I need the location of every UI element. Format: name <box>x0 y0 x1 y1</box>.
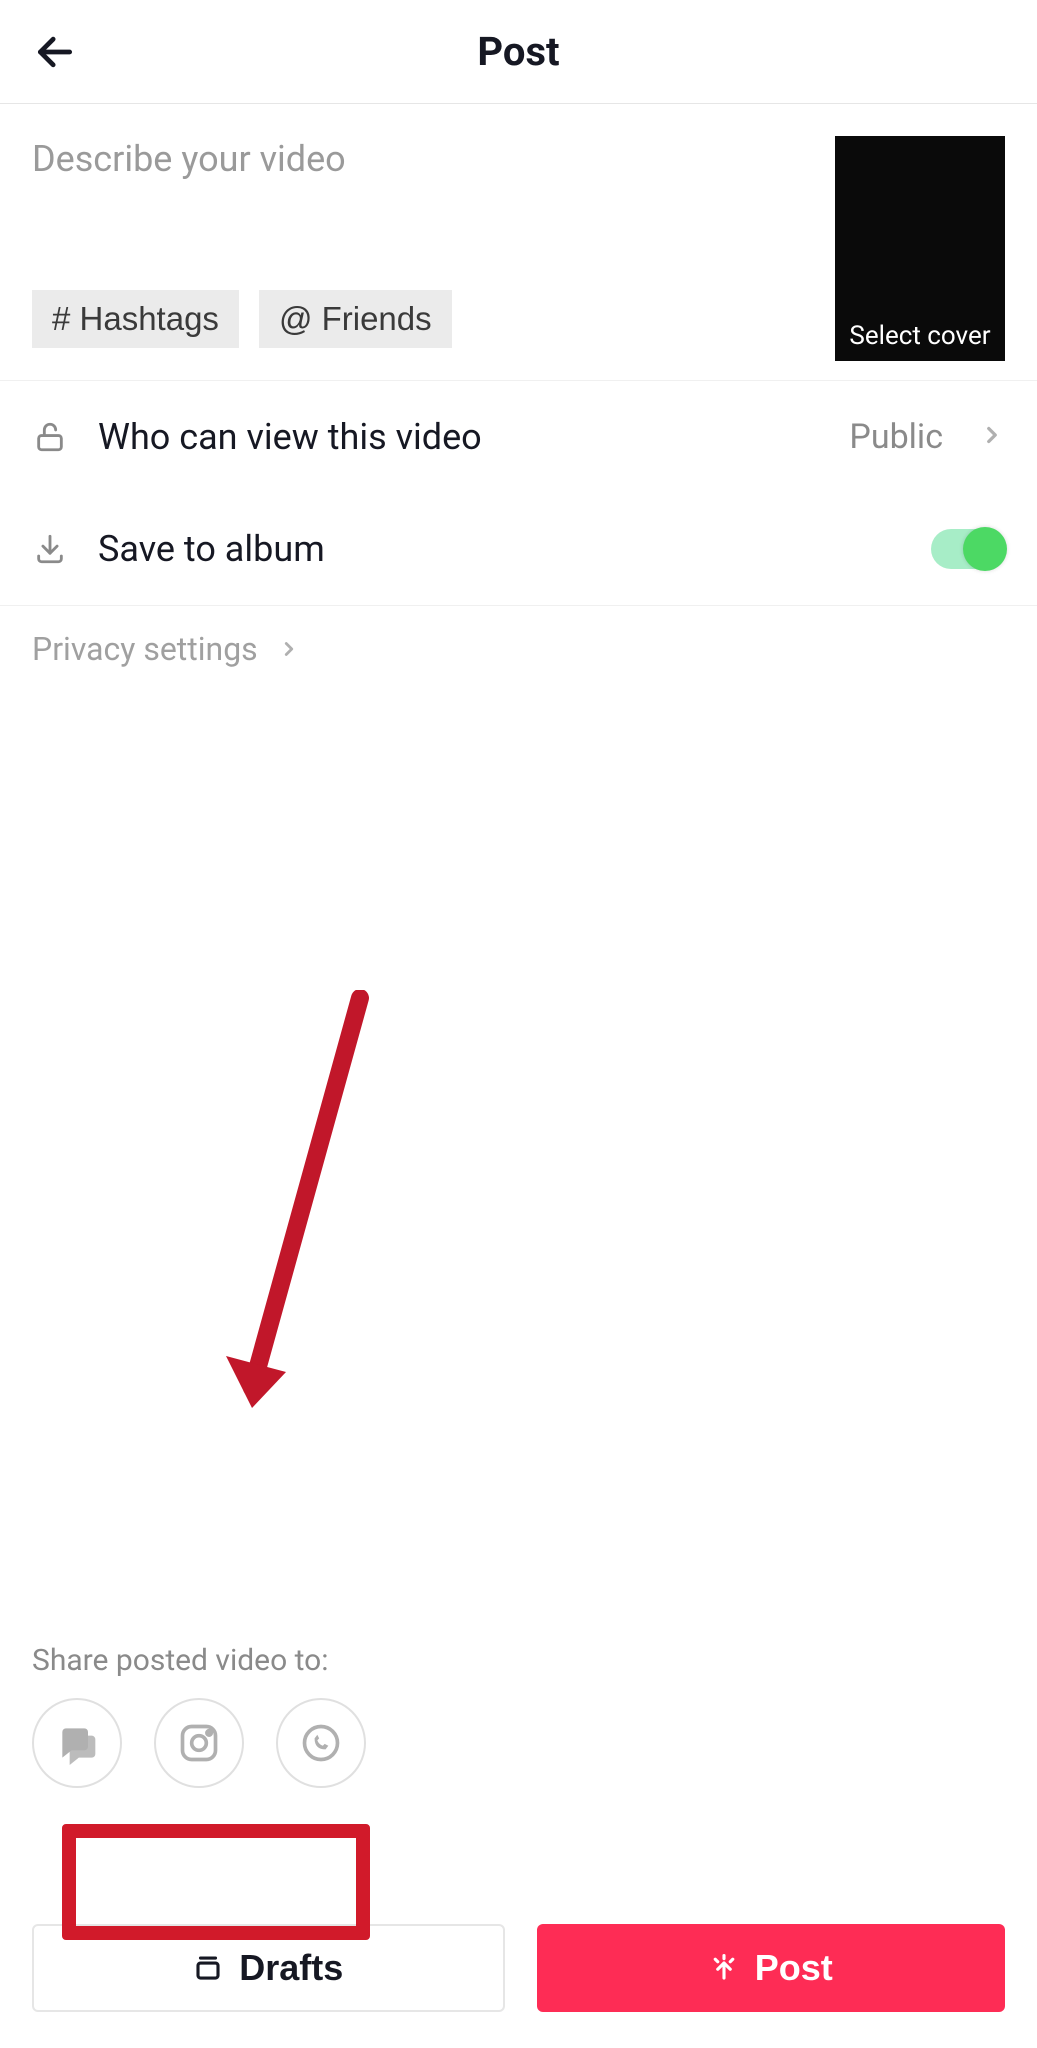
save-label: Save to album <box>98 528 901 570</box>
tag-row: # Hashtags @ Friends <box>32 290 815 348</box>
chevron-right-icon <box>979 422 1005 452</box>
toggle-knob <box>963 527 1007 571</box>
share-messages-icon[interactable] <box>32 1698 122 1788</box>
privacy-label: Who can view this video <box>98 416 819 458</box>
back-arrow-icon <box>33 30 77 74</box>
privacy-settings-label: Privacy settings <box>32 630 258 668</box>
drafts-icon <box>193 1953 223 1983</box>
compose-left: # Hashtags @ Friends <box>32 136 815 380</box>
cover-thumbnail[interactable]: Select cover <box>835 136 1005 361</box>
post-label: Post <box>755 1947 833 1989</box>
back-button[interactable] <box>30 27 80 77</box>
chevron-right-icon <box>278 630 300 668</box>
hashtags-button[interactable]: # Hashtags <box>32 290 239 348</box>
privacy-visibility-row[interactable]: Who can view this video Public <box>0 381 1037 493</box>
caption-input[interactable] <box>32 136 815 286</box>
drafts-label: Drafts <box>239 1947 343 1989</box>
download-icon <box>32 531 68 567</box>
drafts-button[interactable]: Drafts <box>32 1924 505 2012</box>
lock-icon <box>32 419 68 455</box>
post-upload-icon <box>709 1953 739 1983</box>
share-instagram-icon[interactable] <box>154 1698 244 1788</box>
post-button[interactable]: Post <box>537 1924 1006 2012</box>
privacy-settings-row[interactable]: Privacy settings <box>0 606 1037 692</box>
privacy-value: Public <box>849 417 943 457</box>
cover-label: Select cover <box>835 321 1005 351</box>
share-section: Share posted video to: <box>0 1643 1037 1788</box>
page-title: Post <box>477 28 559 75</box>
annotation-highlight-box <box>62 1824 370 1940</box>
friends-button[interactable]: @ Friends <box>259 290 452 348</box>
share-whatsapp-icon[interactable] <box>276 1698 366 1788</box>
header-bar: Post <box>0 0 1037 104</box>
bottom-bar: Drafts Post <box>0 1924 1037 2012</box>
save-to-album-row: Save to album <box>0 493 1037 606</box>
compose-section: # Hashtags @ Friends Select cover <box>0 104 1037 381</box>
share-label: Share posted video to: <box>32 1643 1005 1678</box>
share-icons <box>32 1698 1005 1788</box>
save-toggle[interactable] <box>931 529 1005 569</box>
annotation-arrow <box>226 990 396 1420</box>
